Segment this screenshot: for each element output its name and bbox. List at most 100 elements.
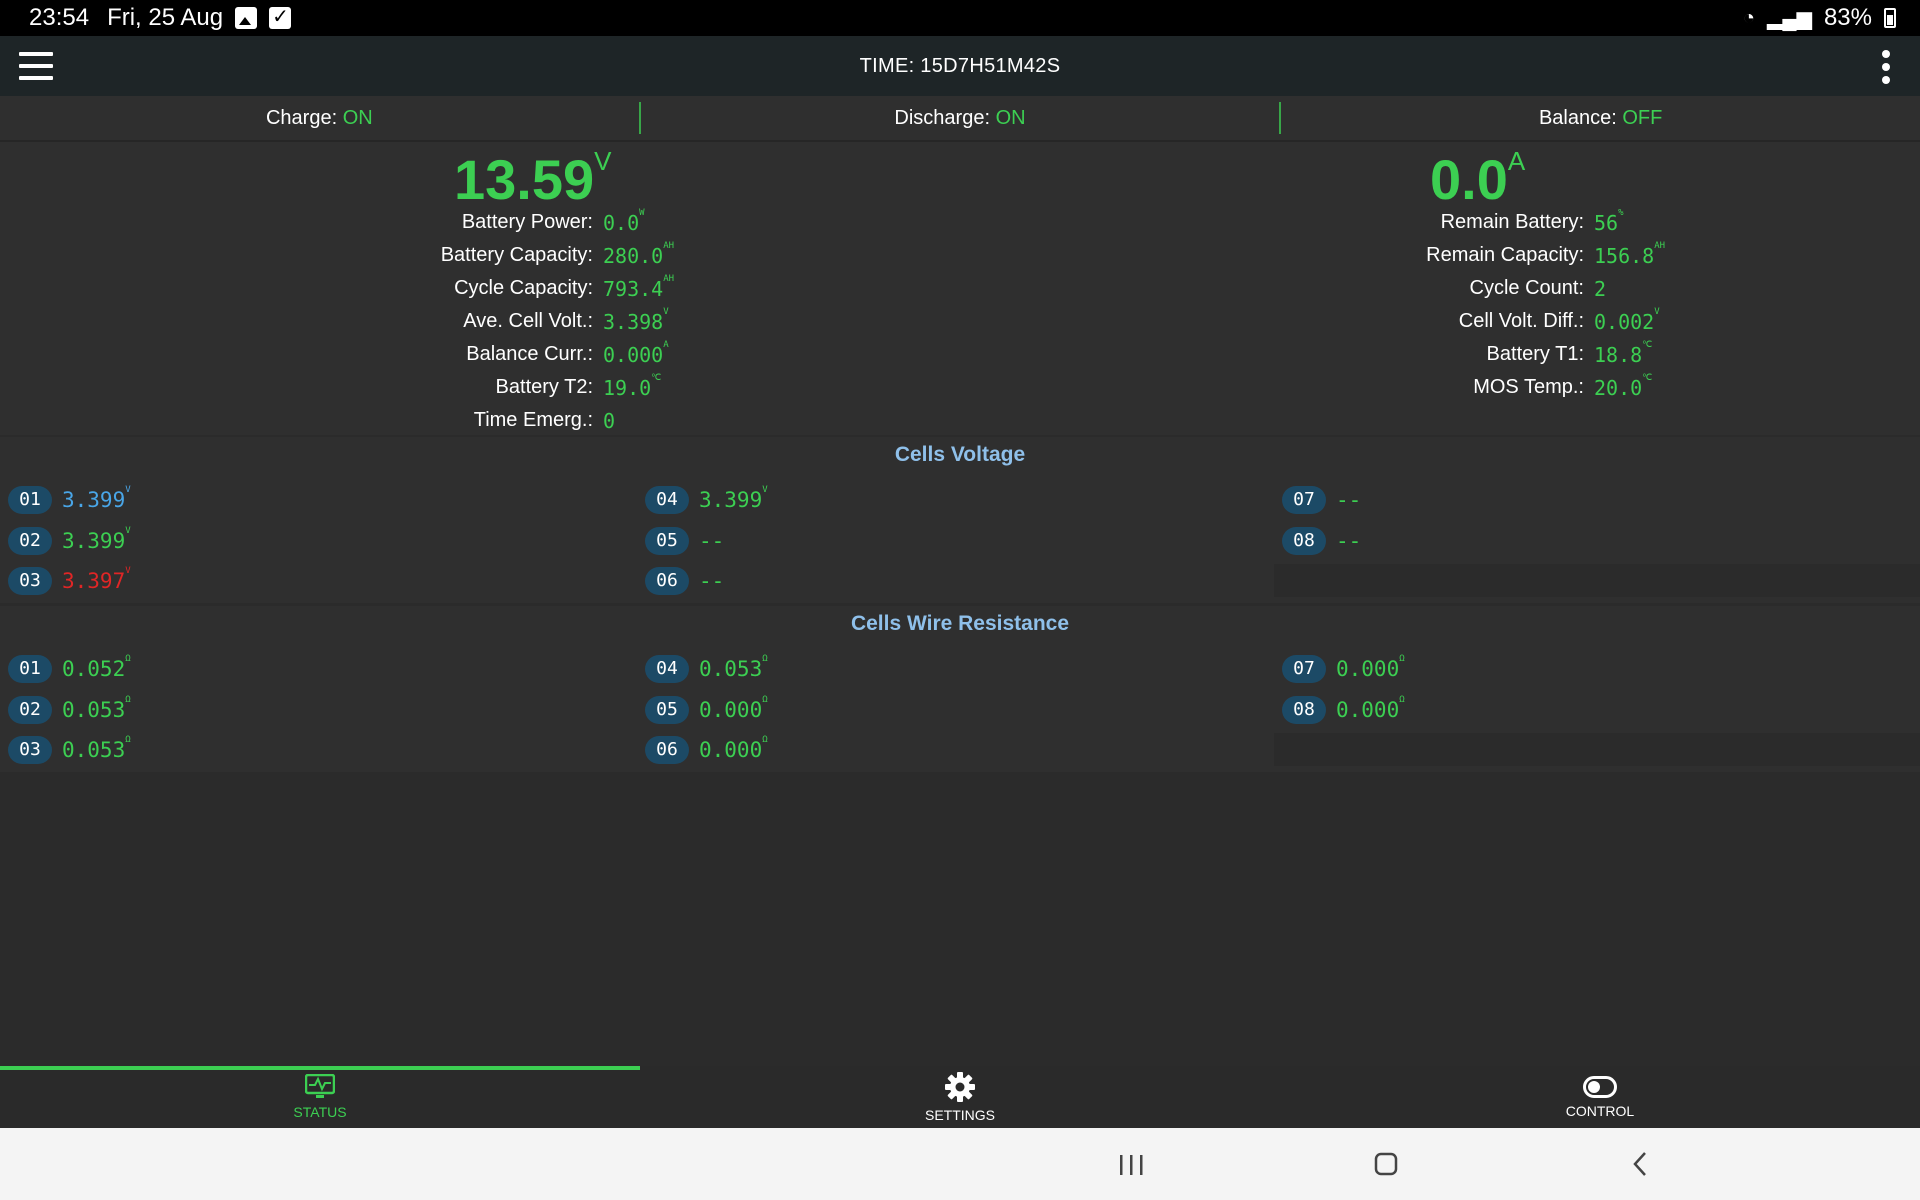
menu-icon[interactable] (19, 52, 53, 80)
tab-control-label: CONTROL (1565, 1103, 1635, 1119)
clock: 23:54 (29, 4, 90, 31)
cell-number-badge: 03 (8, 566, 52, 595)
status-bar-right: ◔ ▂▄▆ 83% (1743, 4, 1896, 32)
cell-voltage-value: -- (1336, 528, 1362, 553)
divider (638, 102, 641, 134)
cell-voltage-item: 05 -- (637, 524, 1274, 557)
cycle-count-label: Cycle Count: (1469, 277, 1585, 299)
status-bar-left: 23:54 Fri, 25 Aug (29, 4, 292, 32)
cell-voltage-value: 3.397V (62, 565, 131, 593)
remain-capacity-row: Remain Capacity: 156.8AH (0, 239, 1665, 272)
battery-percent: 83% (1823, 4, 1872, 31)
cell-resistance-value: 0.053Ω (62, 694, 131, 722)
cell-number-badge: 06 (645, 735, 689, 764)
cell-resistance-value: 0.053Ω (699, 653, 768, 681)
back-icon[interactable] (1620, 1146, 1660, 1182)
charge-status: Charge: ON (0, 107, 639, 130)
battery-summary: 13.59V 0.0A Battery Power: 0.0W Battery … (0, 142, 1920, 435)
tab-status-label: STATUS (293, 1104, 347, 1120)
cell-resistance-item: 04 0.053Ω (637, 652, 1274, 685)
cell-number-badge: 07 (1282, 654, 1326, 683)
toggle-icon (1583, 1076, 1617, 1098)
remain-battery-value: 56% (1594, 207, 1624, 235)
total-voltage-value: 13.59 (454, 148, 595, 211)
battery-t1-value: 18.8℃ (1594, 339, 1653, 367)
cell-voltage-item: 02 3.399V (0, 524, 637, 557)
discharge-status: Discharge: ON (641, 107, 1280, 130)
cell-resistance-item: 06 0.000Ω (637, 733, 1274, 766)
mos-temp-label: MOS Temp.: (1473, 376, 1584, 398)
system-navigation-bar (0, 1128, 1920, 1200)
cell-number-badge: 06 (645, 566, 689, 595)
cell-volt-diff-label: Cell Volt. Diff.: (1458, 310, 1584, 332)
cell-resistance-item: 08 0.000Ω (1274, 693, 1920, 726)
discharge-value: ON (995, 106, 1026, 129)
cell-resistance-item: 03 0.053Ω (0, 733, 637, 766)
home-icon[interactable] (1366, 1146, 1406, 1182)
signal-icon: ▂▄▆ (1767, 7, 1812, 30)
checkbox-notification-icon (269, 4, 292, 29)
cell-number-badge: 04 (645, 485, 689, 514)
remain-battery-row: Remain Battery: 56% (0, 206, 1624, 239)
system-status-bar: 23:54 Fri, 25 Aug ◔ ▂▄▆ 83% (0, 0, 1920, 36)
switch-status-row: Charge: ON Discharge: ON Balance: OFF (0, 96, 1920, 142)
tab-control[interactable]: CONTROL (1280, 1066, 1920, 1128)
charge-value: ON (342, 106, 373, 129)
discharge-label: Discharge: (894, 106, 991, 129)
cell-voltage-value: -- (1336, 487, 1362, 512)
gallery-notification-icon (235, 7, 258, 29)
mos-temp-row: MOS Temp.: 20.0℃ (0, 371, 1652, 404)
cell-number-badge: 02 (8, 695, 52, 724)
total-voltage-unit: V (594, 146, 612, 176)
cells-resistance-section: Cells Wire Resistance 01 0.052Ω 02 0.053… (0, 606, 1920, 772)
cell-number-badge: 05 (645, 526, 689, 555)
cell-voltage-value: 3.399V (699, 484, 768, 512)
app-bar: TIME: 15D7H51M42S (0, 36, 1920, 96)
cell-voltage-item: 08 -- (1274, 524, 1920, 557)
date: Fri, 25 Aug (107, 4, 224, 31)
cell-resistance-value: 0.000Ω (699, 734, 768, 762)
time-emerg-label: Time Emerg.: (473, 409, 593, 431)
cell-number-badge: 07 (1282, 485, 1326, 514)
tab-settings-label: SETTINGS (924, 1107, 995, 1123)
cell-voltage-value: 3.399V (62, 525, 131, 553)
recent-apps-icon[interactable] (1111, 1146, 1151, 1182)
battery-t1-row: Battery T1: 18.8℃ (0, 338, 1653, 371)
balance-status: Balance: OFF (1281, 107, 1920, 130)
cell-number-badge: 03 (8, 735, 52, 764)
total-current: 0.0A (1430, 148, 1525, 208)
battery-t1-label: Battery T1: (1486, 343, 1584, 365)
total-current-value: 0.0 (1430, 148, 1508, 211)
wifi-icon: ◔ (1742, 6, 1756, 29)
total-voltage: 13.59V (454, 148, 611, 208)
cell-resistance-value: 0.000Ω (699, 694, 768, 722)
cell-voltage-value: -- (699, 528, 725, 553)
empty-cell-slot (1274, 564, 1920, 597)
cell-number-badge: 02 (8, 526, 52, 555)
remain-battery-label: Remain Battery: (1440, 211, 1584, 233)
cell-resistance-item: 05 0.000Ω (637, 693, 1274, 726)
cycle-count-value: 2 (1594, 276, 1607, 301)
cell-resistance-value: 0.053Ω (62, 734, 131, 762)
more-options-icon[interactable] (1882, 50, 1890, 84)
bottom-navigation: STATUS SETTINGS CONTROL (0, 1066, 1920, 1128)
total-current-unit: A (1507, 146, 1526, 176)
cell-volt-diff-row: Cell Volt. Diff.: 0.002V (0, 305, 1660, 338)
cell-number-badge: 08 (1282, 695, 1326, 724)
cell-number-badge: 04 (645, 654, 689, 683)
cells-voltage-section: Cells Voltage 01 3.399V 02 3.399V 03 3.3… (0, 437, 1920, 603)
tab-status[interactable]: STATUS (0, 1066, 640, 1128)
balance-value: OFF (1622, 106, 1663, 129)
mos-temp-value: 20.0℃ (1594, 372, 1653, 400)
cell-voltage-item: 07 -- (1274, 483, 1920, 516)
time-emerg-row: Time Emerg.: 0 (0, 404, 615, 437)
cell-resistance-item: 07 0.000Ω (1274, 652, 1920, 685)
cycle-count-row: Cycle Count: 2 (0, 272, 1607, 305)
monitor-pulse-icon (305, 1074, 335, 1098)
cell-voltage-item: 01 3.399V (0, 483, 637, 516)
section-title: Cells Voltage (894, 443, 1026, 466)
cell-voltage-item: 06 -- (637, 564, 1274, 597)
tab-settings[interactable]: SETTINGS (640, 1066, 1280, 1128)
remain-capacity-value: 156.8AH (1594, 240, 1666, 268)
section-title: Cells Wire Resistance (850, 612, 1070, 635)
